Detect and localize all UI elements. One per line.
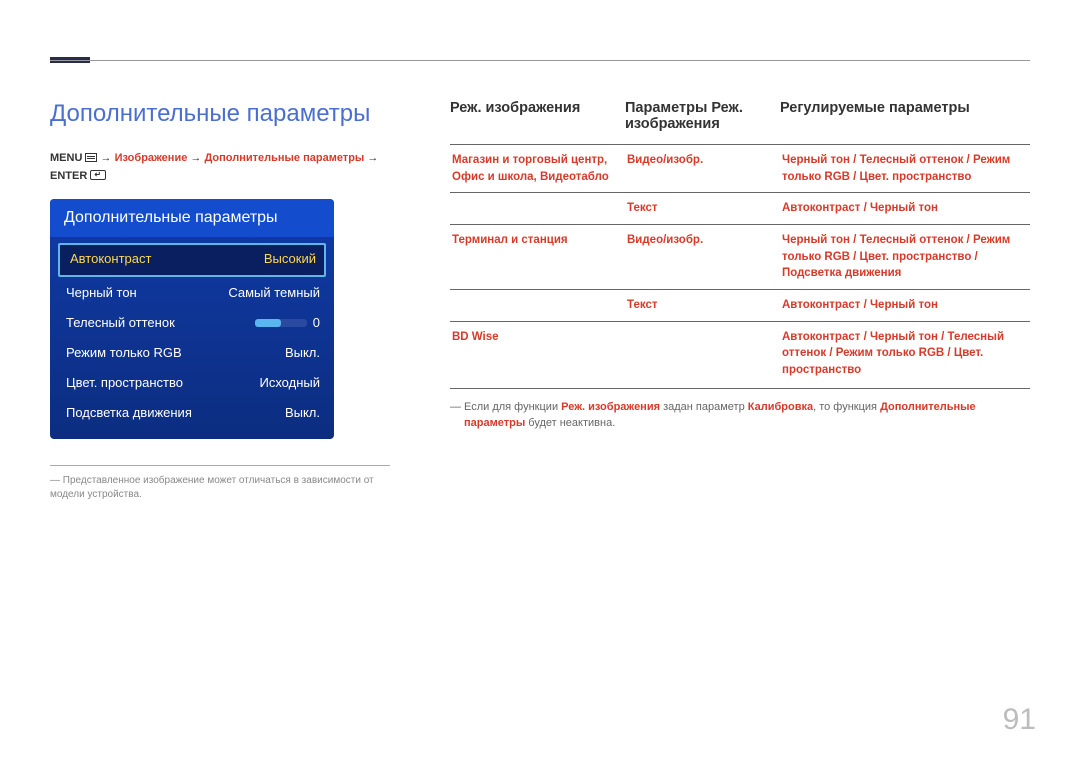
osd-title: Дополнительные параметры <box>50 199 334 237</box>
table-row: BD Wise Автоконтраст / Черный тон / Теле… <box>450 321 1030 386</box>
enter-icon <box>90 170 106 180</box>
osd-row-value: Самый темный <box>228 285 320 302</box>
table-row: Текст Автоконтраст / Черный тон <box>450 290 1030 322</box>
breadcrumb-arrow-3: → <box>367 152 378 164</box>
slider-fill <box>255 319 281 327</box>
osd-row-value: Выкл. <box>285 345 320 362</box>
table-headers: Реж. изображения Параметры Реж. изображе… <box>450 100 1030 144</box>
note-text: будет неактивна. <box>525 417 615 429</box>
table-row: Текст Автоконтраст / Черный тон <box>450 193 1030 225</box>
cell: Автоконтраст / Черный тон / Телесный отт… <box>780 321 1030 386</box>
table-row: Терминал и станция Видео/изобр. Черный т… <box>450 225 1030 290</box>
osd-row-value: Исходный <box>259 375 320 392</box>
cell: Магазин и торговый центр, Офис и школа, … <box>450 145 625 193</box>
breadcrumb-advanced: Дополнительные параметры <box>204 152 364 164</box>
cell: Черный тон / Телесный оттенок / Режим то… <box>780 145 1030 193</box>
osd-row-label: Цвет. пространство <box>66 375 183 392</box>
osd-row-value: 0 <box>313 315 320 332</box>
breadcrumb-arrow-2: → <box>190 152 201 164</box>
osd-row-blacktone[interactable]: Черный тон Самый темный <box>56 279 328 309</box>
osd-row-label: Режим только RGB <box>66 345 182 362</box>
cell: Автоконтраст / Черный тон <box>780 290 1030 322</box>
table-row: Магазин и торговый центр, Офис и школа, … <box>450 145 1030 193</box>
cell: Автоконтраст / Черный тон <box>780 193 1030 225</box>
th-mode: Реж. изображения <box>450 100 625 116</box>
cell: Терминал и станция <box>450 225 625 290</box>
footnote: Если для функции Реж. изображения задан … <box>450 399 1030 432</box>
slider-track[interactable] <box>255 319 307 327</box>
header-rule <box>50 60 1030 61</box>
page-title: Дополнительные параметры <box>50 100 390 128</box>
osd-row-label: Черный тон <box>66 285 137 302</box>
cell <box>450 193 625 225</box>
right-column: Реж. изображения Параметры Реж. изображе… <box>450 100 1030 502</box>
note-hl: Калибровка <box>748 401 813 413</box>
breadcrumb-enter: ENTER <box>50 170 87 182</box>
breadcrumb-menu: MENU <box>50 152 82 164</box>
cell: Текст <box>625 193 780 225</box>
osd-row-colorspace[interactable]: Цвет. пространство Исходный <box>56 369 328 399</box>
osd-row-value: Высокий <box>264 251 316 268</box>
osd-row-label: Подсветка движения <box>66 405 192 422</box>
osd-row-label: Автоконтраст <box>70 251 151 268</box>
osd-row-value: Выкл. <box>285 405 320 422</box>
breadcrumb-image: Изображение <box>115 152 188 164</box>
cell <box>625 321 780 386</box>
note-text: Если для функции <box>464 401 561 413</box>
osd-row-rgbonly[interactable]: Режим только RGB Выкл. <box>56 339 328 369</box>
th-adjustable: Регулируемые параметры <box>780 100 1030 116</box>
osd-row-label: Телесный оттенок <box>66 315 175 332</box>
page-container: Дополнительные параметры MENU → Изображе… <box>0 0 1080 542</box>
page-number: 91 <box>1003 703 1036 737</box>
cell: Видео/изобр. <box>625 225 780 290</box>
note-hl: Реж. изображения <box>561 401 660 413</box>
note-text: , то функция <box>813 401 880 413</box>
breadcrumb-arrow-1: → <box>101 152 112 164</box>
menu-icon <box>85 153 97 162</box>
left-divider <box>50 465 390 466</box>
breadcrumb: MENU → Изображение → Дополнительные пара… <box>50 150 390 185</box>
osd-rows: Автоконтраст Высокий Черный тон Самый те… <box>50 237 334 438</box>
disclaimer-text: Представленное изображение может отличат… <box>50 474 390 502</box>
cell: Черный тон / Телесный оттенок / Режим то… <box>780 225 1030 290</box>
osd-panel: Дополнительные параметры Автоконтраст Вы… <box>50 199 334 438</box>
th-params: Параметры Реж. изображения <box>625 100 780 132</box>
table-bottom-rule <box>450 388 1030 389</box>
osd-row-autocontrast[interactable]: Автоконтраст Высокий <box>58 243 326 277</box>
cell: Текст <box>625 290 780 322</box>
left-column: Дополнительные параметры MENU → Изображе… <box>50 100 390 502</box>
cell <box>450 290 625 322</box>
params-table: Магазин и торговый центр, Офис и школа, … <box>450 144 1030 386</box>
note-text: задан параметр <box>660 401 748 413</box>
cell: Видео/изобр. <box>625 145 780 193</box>
osd-row-fleshtone[interactable]: Телесный оттенок 0 <box>56 309 328 339</box>
cell: BD Wise <box>450 321 625 386</box>
osd-row-motionlight[interactable]: Подсветка движения Выкл. <box>56 399 328 429</box>
